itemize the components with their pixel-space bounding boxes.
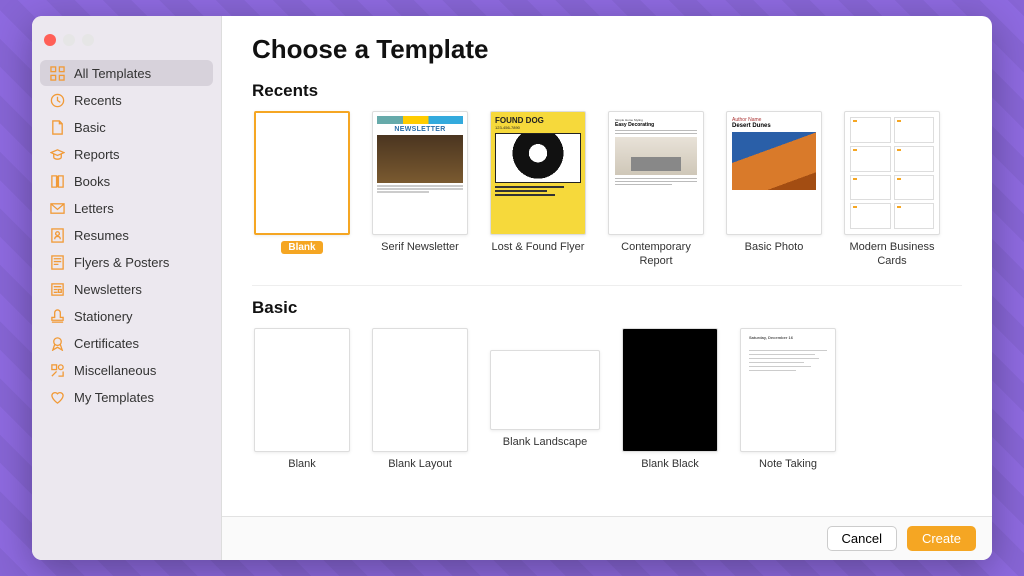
template-label: Basic Photo xyxy=(745,241,804,267)
sidebar-item-reports[interactable]: Reports xyxy=(40,141,213,167)
template-thumbnail xyxy=(254,328,350,452)
template-label: Modern Business Cards xyxy=(842,241,942,269)
template-label: Lost & Found Flyer xyxy=(492,241,585,267)
page-title: Choose a Template xyxy=(252,34,962,65)
flyer-icon xyxy=(49,254,65,270)
template-thumbnail: FOUND DOG 123-456-7890 xyxy=(490,111,586,235)
template-contemporary-report[interactable]: Simple Home Styling Easy Decorating Cont… xyxy=(606,111,706,269)
sidebar-item-newsletters[interactable]: Newsletters xyxy=(40,276,213,302)
sidebar-item-resumes[interactable]: Resumes xyxy=(40,222,213,248)
template-serif-newsletter[interactable]: NEWSLETTER Serif Newsletter xyxy=(370,111,470,269)
sidebar-item-label: Certificates xyxy=(74,336,139,351)
book-icon xyxy=(49,173,65,189)
template-thumbnail xyxy=(490,350,600,430)
template-label: Contemporary Report xyxy=(606,241,706,269)
person-doc-icon xyxy=(49,227,65,243)
window-controls xyxy=(32,24,221,60)
sidebar-item-label: Reports xyxy=(74,147,120,162)
sidebar-item-label: Flyers & Posters xyxy=(74,255,169,270)
cancel-button[interactable]: Cancel xyxy=(827,526,897,551)
sidebar-item-label: Books xyxy=(74,174,110,189)
sidebar-item-label: My Templates xyxy=(74,390,154,405)
template-chooser-window: All Templates Recents Basic Reports Book… xyxy=(32,16,992,560)
template-label: Blank Landscape xyxy=(503,436,587,462)
sidebar-item-label: Recents xyxy=(74,93,122,108)
sidebar: All Templates Recents Basic Reports Book… xyxy=(32,16,222,560)
zoom-window-button[interactable] xyxy=(82,34,94,46)
template-lost-found-flyer[interactable]: FOUND DOG 123-456-7890 Lost & Found Flye… xyxy=(488,111,588,269)
template-scroll-area[interactable]: Choose a Template Recents Blank NEWSLETT… xyxy=(222,16,992,516)
sidebar-item-flyers-posters[interactable]: Flyers & Posters xyxy=(40,249,213,275)
template-blank-black[interactable]: Blank Black xyxy=(620,328,720,484)
grid-icon xyxy=(49,65,65,81)
template-label: Blank Black xyxy=(641,458,698,484)
sidebar-item-label: Newsletters xyxy=(74,282,142,297)
sidebar-item-my-templates[interactable]: My Templates xyxy=(40,384,213,410)
stamp-icon xyxy=(49,308,65,324)
template-label: Blank xyxy=(288,458,316,484)
misc-icon xyxy=(49,362,65,378)
template-thumbnail: Saturday, December 16 xyxy=(740,328,836,452)
create-button[interactable]: Create xyxy=(907,526,976,551)
template-label: Blank Layout xyxy=(388,458,452,484)
template-blank-landscape[interactable]: Blank Landscape xyxy=(488,328,602,484)
template-blank-layout[interactable]: Blank Layout xyxy=(370,328,470,484)
close-window-button[interactable] xyxy=(44,34,56,46)
sidebar-item-label: Resumes xyxy=(74,228,129,243)
sidebar-item-all-templates[interactable]: All Templates xyxy=(40,60,213,86)
sidebar-item-label: Letters xyxy=(74,201,114,216)
sidebar-item-label: All Templates xyxy=(74,66,151,81)
section-heading-recents: Recents xyxy=(252,81,962,101)
ribbon-icon xyxy=(49,335,65,351)
recents-row: Blank NEWSLETTER Serif Newsletter FOUND … xyxy=(252,111,962,286)
document-icon xyxy=(49,119,65,135)
sidebar-item-recents[interactable]: Recents xyxy=(40,87,213,113)
heart-icon xyxy=(49,389,65,405)
template-label: Serif Newsletter xyxy=(381,241,459,267)
sidebar-item-basic[interactable]: Basic xyxy=(40,114,213,140)
template-thumbnail: Author Name Desert Dunes xyxy=(726,111,822,235)
template-note-taking[interactable]: Saturday, December 16 Note Taking xyxy=(738,328,838,484)
sidebar-item-certificates[interactable]: Certificates xyxy=(40,330,213,356)
template-thumbnail xyxy=(254,111,350,235)
sidebar-list: All Templates Recents Basic Reports Book… xyxy=(32,60,221,410)
sidebar-item-books[interactable]: Books xyxy=(40,168,213,194)
sidebar-item-label: Basic xyxy=(74,120,106,135)
template-thumbnail xyxy=(844,111,940,235)
basic-row: Blank Blank Layout Blank Landscape Blank… xyxy=(252,328,962,500)
template-thumbnail: Simple Home Styling Easy Decorating xyxy=(608,111,704,235)
minimize-window-button[interactable] xyxy=(63,34,75,46)
template-thumbnail xyxy=(622,328,718,452)
template-thumbnail: NEWSLETTER xyxy=(372,111,468,235)
sidebar-item-label: Stationery xyxy=(74,309,133,324)
template-thumbnail xyxy=(372,328,468,452)
template-label: Blank xyxy=(281,241,322,254)
template-blank-2[interactable]: Blank xyxy=(252,328,352,484)
footer-bar: Cancel Create xyxy=(222,516,992,560)
template-blank[interactable]: Blank xyxy=(252,111,352,269)
main-panel: Choose a Template Recents Blank NEWSLETT… xyxy=(222,16,992,560)
sidebar-item-stationery[interactable]: Stationery xyxy=(40,303,213,329)
template-modern-business-cards[interactable]: Modern Business Cards xyxy=(842,111,942,269)
newsletter-icon xyxy=(49,281,65,297)
sidebar-item-letters[interactable]: Letters xyxy=(40,195,213,221)
section-heading-basic: Basic xyxy=(252,298,962,318)
graduation-cap-icon xyxy=(49,146,65,162)
clock-icon xyxy=(49,92,65,108)
sidebar-item-label: Miscellaneous xyxy=(74,363,156,378)
template-label: Note Taking xyxy=(759,458,817,484)
envelope-icon xyxy=(49,200,65,216)
sidebar-item-miscellaneous[interactable]: Miscellaneous xyxy=(40,357,213,383)
template-basic-photo[interactable]: Author Name Desert Dunes Basic Photo xyxy=(724,111,824,269)
